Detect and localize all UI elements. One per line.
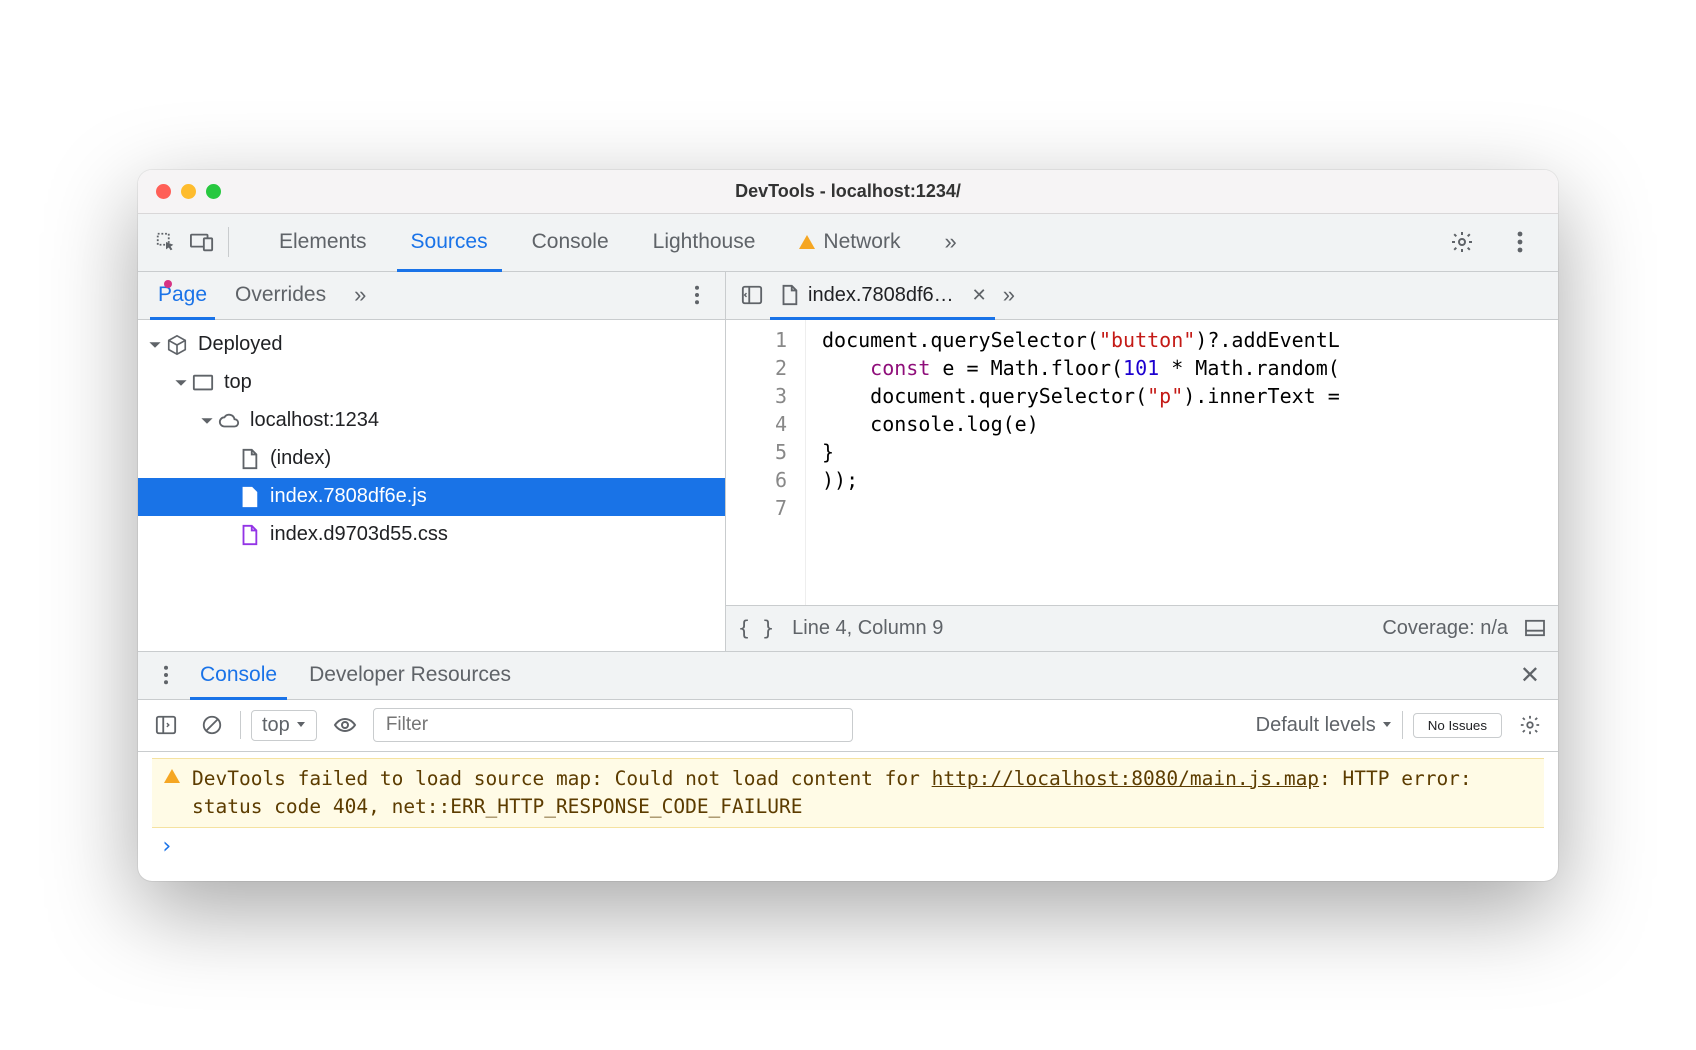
sources-panel: Page Overrides » Deployed top [138, 272, 1558, 652]
device-toolbar-icon[interactable] [184, 224, 220, 260]
log-levels-selector[interactable]: Default levels [1256, 714, 1392, 737]
minimize-window-button[interactable] [181, 184, 196, 199]
dropdown-icon [1382, 721, 1392, 729]
document-icon [238, 524, 260, 546]
pretty-print-icon[interactable]: { } [738, 616, 774, 640]
editor-statusbar: { } Line 4, Column 9 Coverage: n/a [726, 605, 1558, 651]
document-icon [238, 448, 260, 470]
settings-icon[interactable] [1444, 224, 1480, 260]
tab-lighthouse[interactable]: Lighthouse [631, 214, 778, 271]
tree-origin-localhost[interactable]: localhost:1234 [138, 402, 725, 440]
tab-divider [228, 227, 229, 257]
navigator-menu-icon[interactable] [679, 277, 715, 313]
document-icon [778, 284, 800, 306]
code-editor[interactable]: 1234567 document.querySelector("button")… [726, 320, 1558, 605]
coverage-status: Coverage: n/a [1382, 617, 1508, 640]
devtools-window: DevTools - localhost:1234/ Elements Sour… [138, 170, 1558, 881]
line-gutter: 1234567 [726, 320, 806, 605]
tab-elements[interactable]: Elements [257, 214, 389, 271]
main-tab-bar: Elements Sources Console Lighthouse Netw… [138, 214, 1558, 272]
tree-frame-top[interactable]: top [138, 364, 725, 402]
window-title: DevTools - localhost:1234/ [138, 181, 1558, 202]
editor-pane: index.7808df6… ✕ » 1234567 document.quer… [726, 272, 1558, 651]
console-toolbar: top Default levels No Issues [138, 700, 1558, 752]
toggle-navigator-icon[interactable] [734, 277, 770, 313]
tab-console[interactable]: Console [510, 214, 631, 271]
navigator-pane: Page Overrides » Deployed top [138, 272, 726, 651]
nav-tab-overrides[interactable]: Overrides [221, 272, 340, 319]
console-filter-input[interactable] [373, 708, 853, 742]
console-prompt[interactable]: › [152, 828, 1544, 865]
tabs-overflow-button[interactable]: » [922, 214, 975, 271]
window-controls [156, 184, 221, 199]
tab-close-icon[interactable]: ✕ [972, 285, 987, 306]
close-window-button[interactable] [156, 184, 171, 199]
tree-group-deployed[interactable]: Deployed [138, 326, 725, 364]
cube-icon [166, 334, 188, 356]
nav-tab-page[interactable]: Page [144, 272, 221, 319]
frame-icon [192, 372, 214, 394]
tab-network-label: Network [823, 230, 900, 254]
experiment-dot-icon [164, 280, 172, 288]
navigator-tab-bar: Page Overrides » [138, 272, 725, 320]
code-content: document.querySelector("button")?.addEve… [806, 320, 1340, 605]
issues-button[interactable]: No Issues [1413, 713, 1502, 738]
editor-tab-bar: index.7808df6… ✕ » [726, 272, 1558, 320]
maximize-window-button[interactable] [206, 184, 221, 199]
tree-file-index-css[interactable]: index.d9703d55.css [138, 516, 725, 554]
warning-icon [164, 769, 180, 783]
editor-tabs-overflow[interactable]: » [995, 272, 1020, 319]
tab-sources[interactable]: Sources [389, 214, 510, 271]
console-settings-icon[interactable] [1512, 707, 1548, 743]
nav-tabs-overflow[interactable]: » [340, 272, 377, 319]
editor-tab-index-js[interactable]: index.7808df6… ✕ [770, 272, 995, 319]
toolbar-divider [1402, 711, 1403, 739]
dropdown-icon [296, 721, 306, 729]
tree-file-index[interactable]: (index) [138, 440, 725, 478]
cursor-position: Line 4, Column 9 [792, 617, 943, 640]
cloud-icon [218, 410, 240, 432]
document-icon [238, 486, 260, 508]
sourcemap-url-link[interactable]: http://localhost:8080/main.js.map [932, 767, 1319, 790]
console-output: DevTools failed to load source map: Coul… [138, 752, 1558, 881]
execution-context-selector[interactable]: top [251, 710, 317, 741]
inspect-element-icon[interactable] [148, 224, 184, 260]
show-drawer-icon[interactable] [1524, 619, 1546, 637]
drawer-close-icon[interactable]: ✕ [1512, 661, 1548, 690]
tab-network[interactable]: Network [777, 214, 922, 271]
toolbar-divider [240, 711, 241, 739]
warning-icon [799, 235, 815, 249]
drawer-tab-bar: Console Developer Resources ✕ [138, 652, 1558, 700]
drawer-tab-developer-resources[interactable]: Developer Resources [293, 652, 527, 699]
file-tree: Deployed top localhost:1234 (index) [138, 320, 725, 651]
tree-file-index-js[interactable]: index.7808df6e.js [138, 478, 725, 516]
console-warning-message[interactable]: DevTools failed to load source map: Coul… [152, 758, 1544, 828]
titlebar: DevTools - localhost:1234/ [138, 170, 1558, 214]
clear-console-icon[interactable] [194, 707, 230, 743]
console-sidebar-toggle-icon[interactable] [148, 707, 184, 743]
main-menu-icon[interactable] [1502, 224, 1538, 260]
live-expression-icon[interactable] [327, 707, 363, 743]
drawer-tab-console[interactable]: Console [184, 652, 293, 699]
drawer-menu-icon[interactable] [148, 657, 184, 693]
